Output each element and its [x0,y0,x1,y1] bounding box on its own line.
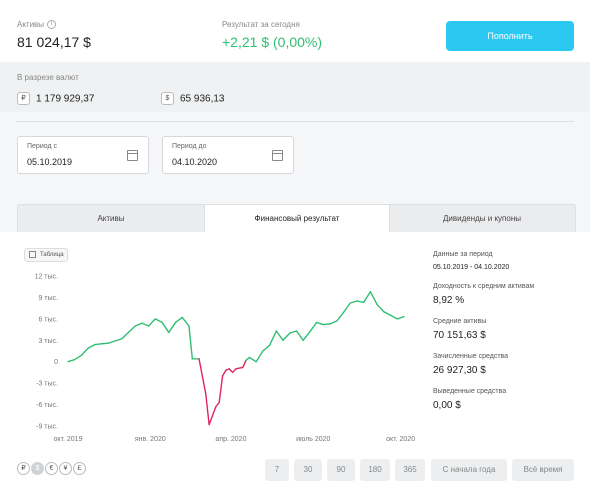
currency-item-rub: ₽1 179 929,37 [17,90,94,108]
calendar-icon[interactable] [127,150,138,161]
period-from-field[interactable]: Период с 05.10.2019 [17,136,149,174]
range-90-button[interactable]: 90 [327,459,355,481]
currency-cny-button[interactable]: ¥ [59,462,72,475]
tab-dividends[interactable]: Дивиденды и купоны [389,205,575,233]
stat-avg-assets-label: Средние активы [433,318,487,325]
period-to-field[interactable]: Период до 04.10.2020 [162,136,294,174]
table-icon [29,250,36,258]
stat-credited-value: 26 927,30 $ [433,365,486,376]
assets-value: 81 024,17 $ [17,34,91,50]
result-value: +2,21 $ (0,00%) [222,34,323,50]
currency-eur-button[interactable]: € [45,462,58,475]
currency-breakdown: В разрезе валют ₽1 179 929,37 $65 936,13 [0,62,590,112]
currency-breakdown-label: В разрезе валют [17,73,79,82]
calendar-icon[interactable] [272,150,283,161]
period-to-label: Период до [172,143,207,150]
range-ytd-button[interactable]: С начала года [431,459,507,481]
currency-gbp-button[interactable]: £ [73,462,86,475]
stat-yield-value: 8,92 % [433,295,465,306]
result-label: Результат за сегодня [222,20,300,29]
summary-header: Активы i 81 024,17 $ Результат за сегодня… [0,0,590,62]
period-to-value[interactable]: 04.10.2020 [172,157,217,167]
dollar-icon: $ [161,92,174,106]
stat-period-label: Данные за период [433,251,493,258]
currency-usd-button[interactable]: $ [31,462,44,475]
ruble-icon: ₽ [17,92,30,106]
range-all-button[interactable]: Всё время [512,459,574,481]
stat-withdrawn-value: 0,00 $ [433,400,461,411]
currency-rub-button[interactable]: ₽ [17,462,30,475]
period-from-label: Период с [27,143,57,150]
stat-period-value: 05.10.2019 - 04.10.2020 [433,264,510,271]
deposit-button[interactable]: Пополнить [446,21,574,51]
range-180-button[interactable]: 180 [360,459,390,481]
portfolio-panel: Активы i 81 024,17 $ Результат за сегодня… [0,0,590,487]
currency-item-usd: $65 936,13 [161,90,225,108]
info-icon[interactable]: i [47,20,57,30]
stat-avg-assets-value: 70 151,63 $ [433,330,486,341]
tab-bar: Активы Финансовый результат Дивиденды и … [17,204,576,234]
assets-label: Активы i [17,20,57,30]
range-365-button[interactable]: 365 [395,459,425,481]
range-7-button[interactable]: 7 [265,459,289,481]
range-30-button[interactable]: 30 [294,459,322,481]
stat-yield-label: Доходность к средним активам [433,283,535,290]
stat-withdrawn-label: Выведенные средства [433,388,507,395]
divider [16,121,574,122]
tab-assets[interactable]: Активы [18,205,204,233]
table-button[interactable]: Таблица [24,248,68,262]
stat-credited-label: Зачисленные средства [433,353,509,360]
tab-financial-result[interactable]: Финансовый результат [204,205,390,233]
period-from-value[interactable]: 05.10.2019 [27,157,72,167]
